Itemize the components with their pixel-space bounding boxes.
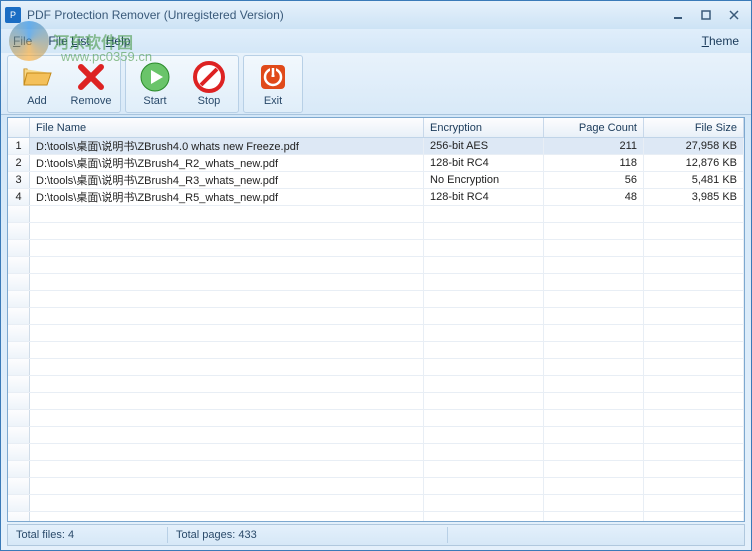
- table-row-empty: [8, 478, 744, 495]
- cell-filename: D:\tools\桌面\说明书\ZBrush4_R2_whats_new.pdf: [30, 155, 424, 171]
- table-row-empty: [8, 410, 744, 427]
- table-row-empty: [8, 393, 744, 410]
- toolbar: Add Remove Start Stop: [1, 53, 751, 115]
- cell-filesize: 27,958 KB: [644, 138, 744, 154]
- menu-theme[interactable]: Theme: [694, 32, 747, 50]
- menubar: File File List Help Theme: [1, 29, 751, 53]
- start-button[interactable]: Start: [128, 58, 182, 110]
- table-row-empty: [8, 308, 744, 325]
- table-row-empty: [8, 206, 744, 223]
- close-button[interactable]: [721, 6, 747, 24]
- window-controls: [665, 6, 747, 24]
- cell-pagecount: 118: [544, 155, 644, 171]
- table-row-empty: [8, 461, 744, 478]
- add-label: Add: [27, 95, 47, 107]
- table-row-empty: [8, 444, 744, 461]
- table-body[interactable]: 1D:\tools\桌面\说明书\ZBrush4.0 whats new Fre…: [8, 138, 744, 521]
- file-list-panel: File Name Encryption Page Count File Siz…: [7, 117, 745, 522]
- window-title: PDF Protection Remover (Unregistered Ver…: [27, 8, 665, 22]
- stop-button[interactable]: Stop: [182, 58, 236, 110]
- start-label: Start: [143, 95, 166, 107]
- cell-encryption: 128-bit RC4: [424, 189, 544, 205]
- col-filename[interactable]: File Name: [30, 118, 424, 137]
- cell-pagecount: 48: [544, 189, 644, 205]
- cell-encryption: 128-bit RC4: [424, 155, 544, 171]
- cell-encryption: 256-bit AES: [424, 138, 544, 154]
- app-icon: P: [5, 7, 21, 23]
- menu-filelist[interactable]: File List: [40, 32, 97, 50]
- table-row-empty: [8, 495, 744, 512]
- cell-filename: D:\tools\桌面\说明书\ZBrush4_R3_whats_new.pdf: [30, 172, 424, 188]
- table-row-empty: [8, 223, 744, 240]
- menu-help[interactable]: Help: [98, 32, 139, 50]
- table-row[interactable]: 4D:\tools\桌面\说明书\ZBrush4_R5_whats_new.pd…: [8, 189, 744, 206]
- table-row-empty: [8, 376, 744, 393]
- main-window: P PDF Protection Remover (Unregistered V…: [0, 0, 752, 551]
- maximize-button[interactable]: [693, 6, 719, 24]
- cell-num: 1: [8, 138, 30, 154]
- table-row-empty: [8, 240, 744, 257]
- tool-group-run: Start Stop: [125, 55, 239, 113]
- table-row-empty: [8, 342, 744, 359]
- stop-icon: [193, 61, 225, 93]
- remove-x-icon: [75, 61, 107, 93]
- stop-label: Stop: [198, 95, 221, 107]
- statusbar: Total files: 4 Total pages: 433: [7, 524, 745, 546]
- col-pagecount[interactable]: Page Count: [544, 118, 644, 137]
- titlebar: P PDF Protection Remover (Unregistered V…: [1, 1, 751, 29]
- cell-filename: D:\tools\桌面\说明书\ZBrush4_R5_whats_new.pdf: [30, 189, 424, 205]
- folder-open-icon: [21, 61, 53, 93]
- cell-filesize: 5,481 KB: [644, 172, 744, 188]
- col-filesize[interactable]: File Size: [644, 118, 744, 137]
- cell-filesize: 12,876 KB: [644, 155, 744, 171]
- cell-filename: D:\tools\桌面\说明书\ZBrush4.0 whats new Free…: [30, 138, 424, 154]
- tool-group-file: Add Remove: [7, 55, 121, 113]
- add-button[interactable]: Add: [10, 58, 64, 110]
- cell-encryption: No Encryption: [424, 172, 544, 188]
- status-total-pages: Total pages: 433: [168, 527, 448, 543]
- exit-button[interactable]: Exit: [246, 58, 300, 110]
- table-row-empty: [8, 427, 744, 444]
- table-header: File Name Encryption Page Count File Siz…: [8, 118, 744, 138]
- tool-group-exit: Exit: [243, 55, 303, 113]
- table-row-empty: [8, 274, 744, 291]
- table-row-empty: [8, 512, 744, 521]
- table-row-empty: [8, 359, 744, 376]
- table-row-empty: [8, 325, 744, 342]
- status-total-files: Total files: 4: [8, 527, 168, 543]
- col-number[interactable]: [8, 118, 30, 137]
- exit-label: Exit: [264, 95, 282, 107]
- col-encryption[interactable]: Encryption: [424, 118, 544, 137]
- table-row[interactable]: 3D:\tools\桌面\说明书\ZBrush4_R3_whats_new.pd…: [8, 172, 744, 189]
- table-row-empty: [8, 257, 744, 274]
- play-icon: [139, 61, 171, 93]
- cell-num: 2: [8, 155, 30, 171]
- minimize-button[interactable]: [665, 6, 691, 24]
- cell-pagecount: 56: [544, 172, 644, 188]
- table-row-empty: [8, 291, 744, 308]
- cell-pagecount: 211: [544, 138, 644, 154]
- menu-file[interactable]: File: [5, 32, 40, 50]
- table-row[interactable]: 2D:\tools\桌面\说明书\ZBrush4_R2_whats_new.pd…: [8, 155, 744, 172]
- remove-label: Remove: [71, 95, 112, 107]
- power-icon: [257, 61, 289, 93]
- cell-num: 3: [8, 172, 30, 188]
- table-row[interactable]: 1D:\tools\桌面\说明书\ZBrush4.0 whats new Fre…: [8, 138, 744, 155]
- cell-num: 4: [8, 189, 30, 205]
- remove-button[interactable]: Remove: [64, 58, 118, 110]
- cell-filesize: 3,985 KB: [644, 189, 744, 205]
